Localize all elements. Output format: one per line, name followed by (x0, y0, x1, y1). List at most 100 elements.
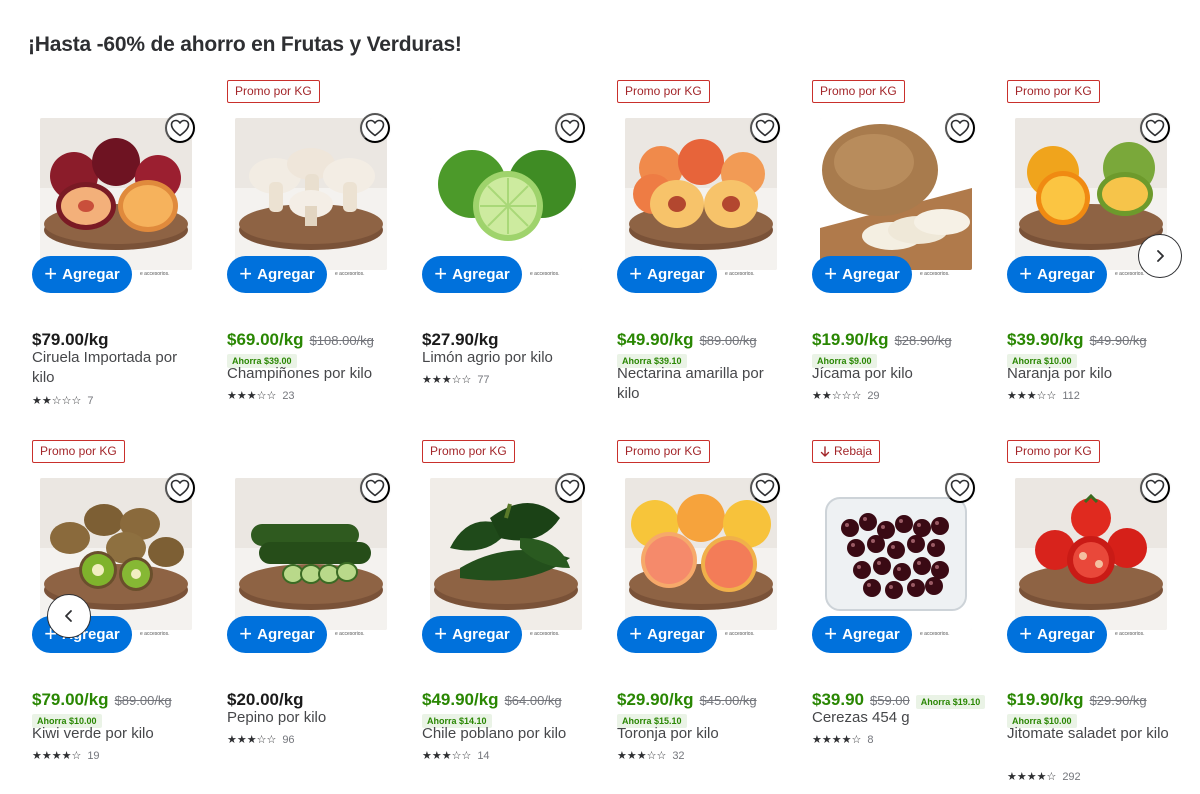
product-name[interactable]: Pepino por kilo (227, 708, 392, 728)
current-price: $19.90/kg (1007, 690, 1084, 709)
product-image[interactable] (820, 118, 972, 270)
product-name[interactable]: Naranja por kilo (1007, 364, 1172, 384)
favorite-button[interactable] (360, 113, 390, 143)
previous-price: $64.00/kg (504, 693, 562, 708)
rating: ★★★☆☆ 96 (227, 733, 295, 747)
product-image[interactable] (235, 478, 387, 630)
add-to-cart-button[interactable]: + Agregar (1007, 256, 1107, 293)
add-to-cart-button[interactable]: + Agregar (617, 256, 717, 293)
rating: ★★★☆☆ 14 (422, 749, 490, 763)
price-row: $19.90/kg $28.90/kg (812, 330, 952, 350)
add-to-cart-button[interactable]: + Agregar (32, 256, 132, 293)
review-count: 29 (867, 389, 880, 402)
favorite-button[interactable] (750, 473, 780, 503)
promo-badge-label: Promo por KG (235, 84, 312, 98)
add-button-label: Agregar (257, 266, 315, 283)
add-to-cart-button[interactable]: + Agregar (1007, 616, 1107, 653)
favorite-button[interactable] (750, 113, 780, 143)
carousel-prev-button[interactable] (47, 594, 91, 638)
chevron-left-icon (65, 610, 72, 622)
review-count: 19 (87, 749, 100, 762)
add-to-cart-button[interactable]: + Agregar (227, 616, 327, 653)
product-card[interactable]: Promo por KG e accesorios. + Agregar $49.90/… (617, 80, 802, 430)
product-name[interactable]: Chile poblano por kilo (422, 724, 587, 744)
product-name[interactable]: Cerezas 454 g (812, 708, 977, 728)
product-card[interactable]: Promo por KG e accesorios. + Agregar $19.90/… (1007, 440, 1192, 790)
review-count: 14 (477, 749, 490, 762)
favorite-button[interactable] (945, 113, 975, 143)
review-count: 8 (867, 733, 874, 746)
favorite-button[interactable] (555, 473, 585, 503)
previous-price: $29.90/kg (1089, 693, 1147, 708)
product-card[interactable]: Promo por KG e accesorios. + Agregar $19.90/… (812, 80, 997, 430)
promo-badge-label: Promo por KG (40, 444, 117, 458)
product-image[interactable] (235, 118, 387, 270)
rating: ★★★★☆ 8 (812, 733, 874, 747)
savings-pill: Ahorra $19.10 (915, 695, 986, 709)
promo-badge-label: Promo por KG (820, 84, 897, 98)
product-name[interactable]: Jitomate saladet por kilo (1007, 724, 1172, 744)
product-card[interactable]: Promo por KG e accesorios. + Agregar $29.90/… (617, 440, 802, 790)
star-rating-icon: ★★★☆☆ (227, 734, 277, 746)
product-image[interactable] (625, 478, 777, 630)
product-card[interactable]: Promo por KG e accesorios. + Agregar $49.90/… (422, 440, 607, 790)
promo-badge: Promo por KG (617, 80, 710, 103)
favorite-button[interactable] (1140, 473, 1170, 503)
add-to-cart-button[interactable]: + Agregar (617, 616, 717, 653)
plus-icon: + (629, 260, 643, 286)
add-to-cart-button[interactable]: + Agregar (812, 616, 912, 653)
product-card[interactable]: e accesorios. + Agregar $79.00/kg Ciruela Im… (32, 80, 217, 430)
current-price: $49.90/kg (422, 690, 499, 709)
add-button-label: Agregar (1037, 626, 1095, 643)
promo-badge: Promo por KG (617, 440, 710, 463)
favorite-button[interactable] (555, 113, 585, 143)
add-to-cart-button[interactable]: + Agregar (422, 256, 522, 293)
price-row: $19.90/kg $29.90/kg (1007, 690, 1147, 710)
add-to-cart-button[interactable]: + Agregar (227, 256, 327, 293)
heart-outline-icon (755, 479, 775, 497)
carousel-next-button[interactable] (1138, 234, 1182, 278)
review-count: 7 (87, 394, 94, 407)
review-count: 112 (1062, 389, 1080, 402)
heart-outline-icon (950, 479, 970, 497)
promo-badge: Promo por KG (812, 80, 905, 103)
product-image[interactable] (430, 118, 582, 270)
add-to-cart-button[interactable]: + Agregar (812, 256, 912, 293)
product-image[interactable] (1015, 478, 1167, 630)
product-card[interactable]: Promo por KG e accesorios. + Agregar $69.00/… (227, 80, 412, 430)
current-price: $29.90/kg (617, 690, 694, 709)
review-count: 292 (1062, 770, 1081, 783)
product-name[interactable]: Toronja por kilo (617, 724, 782, 744)
current-price: $20.00/kg (227, 690, 304, 709)
product-name[interactable]: Nectarina amarilla por kilo (617, 364, 782, 404)
image-fine-print: e accesorios. (335, 631, 365, 637)
previous-price: $89.00/kg (699, 333, 757, 348)
star-rating-icon: ★★★☆☆ (422, 374, 472, 386)
rating: ★★★☆☆ 77 (422, 373, 490, 387)
product-name[interactable]: Kiwi verde por kilo (32, 724, 197, 744)
favorite-button[interactable] (1140, 113, 1170, 143)
add-button-label: Agregar (647, 266, 705, 283)
favorite-button[interactable] (165, 113, 195, 143)
previous-price: $45.00/kg (699, 693, 757, 708)
favorite-button[interactable] (165, 473, 195, 503)
product-image[interactable] (625, 118, 777, 270)
product-image[interactable] (820, 478, 972, 630)
product-card[interactable]: e accesorios. + Agregar $27.90/kg Limón agri… (422, 80, 607, 430)
product-name[interactable]: Ciruela Importada por kilo (32, 348, 197, 388)
add-to-cart-button[interactable]: + Agregar (422, 616, 522, 653)
current-price: $69.00/kg (227, 330, 304, 349)
product-image[interactable] (40, 118, 192, 270)
product-card[interactable]: e accesorios. + Agregar $20.00/kg Pepino por… (227, 440, 412, 790)
review-count: 77 (477, 373, 490, 386)
favorite-button[interactable] (360, 473, 390, 503)
plus-icon: + (824, 260, 838, 286)
product-card[interactable]: Rebaja e accesorios. + Agregar $39.90 $59.00 A… (812, 440, 997, 790)
favorite-button[interactable] (945, 473, 975, 503)
product-image[interactable] (430, 478, 582, 630)
product-name[interactable]: Champiñones por kilo (227, 364, 392, 384)
image-fine-print: e accesorios. (920, 271, 950, 277)
product-name[interactable]: Jícama por kilo (812, 364, 977, 384)
product-name[interactable]: Limón agrio por kilo (422, 348, 587, 368)
plus-icon: + (629, 620, 643, 646)
